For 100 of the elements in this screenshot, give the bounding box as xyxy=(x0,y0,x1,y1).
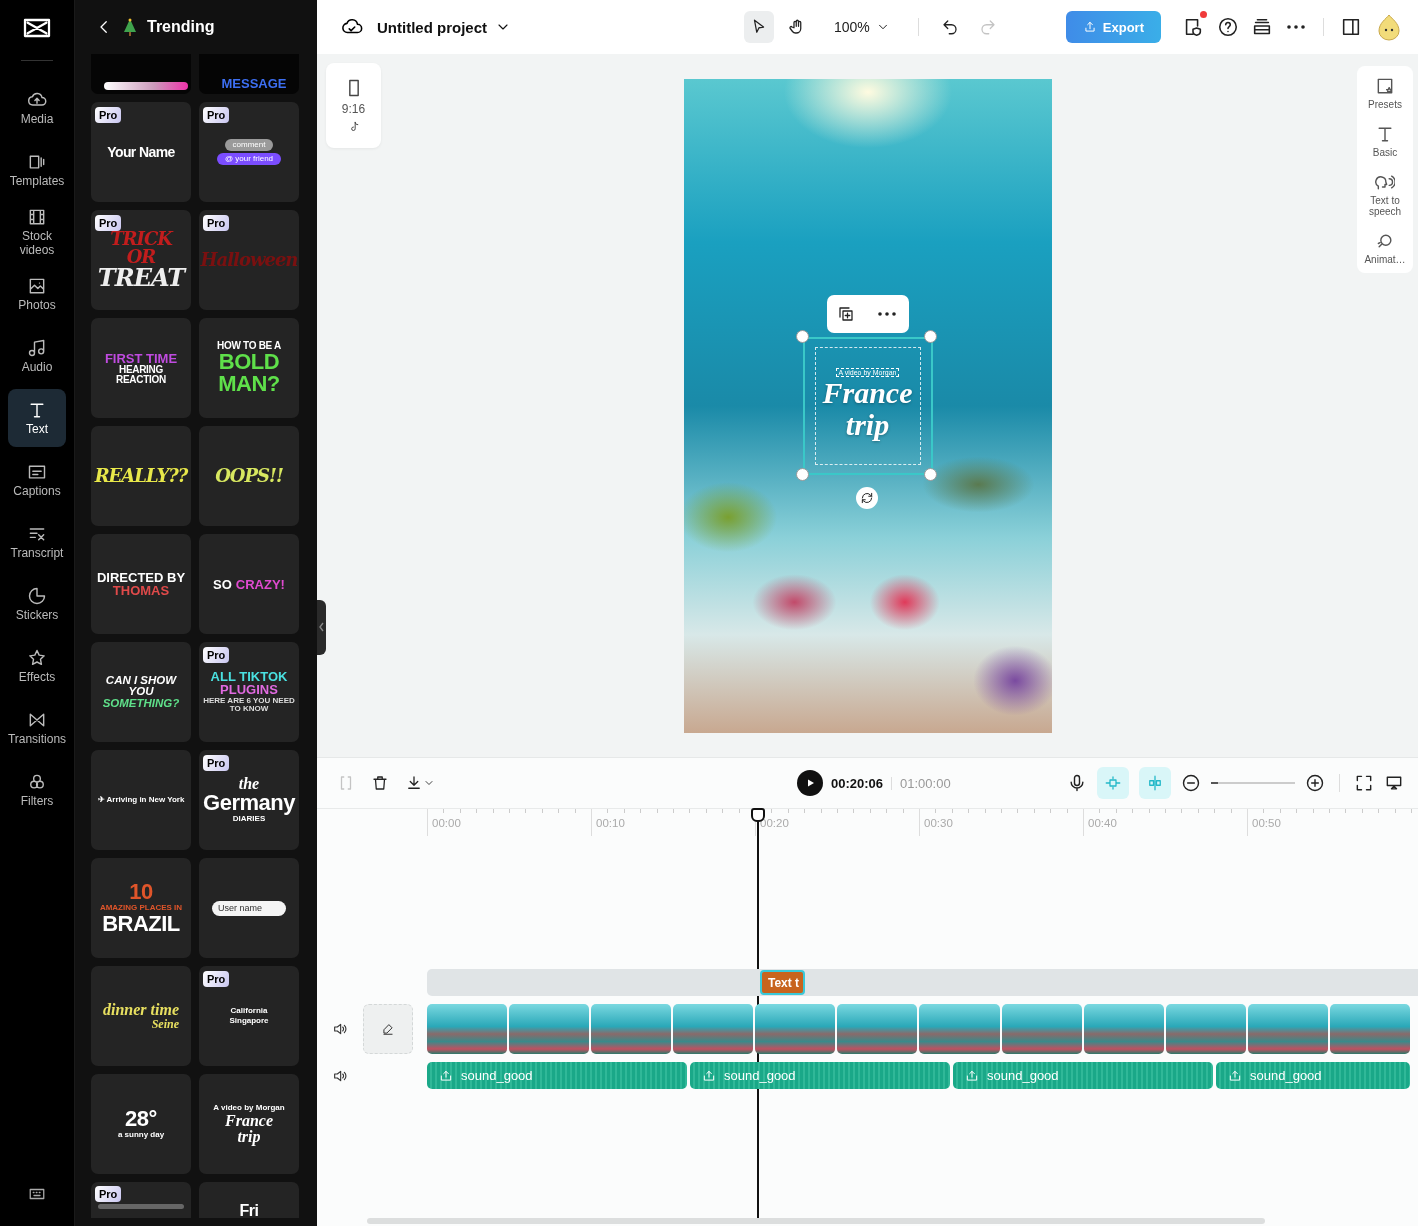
delete-button[interactable] xyxy=(371,774,389,792)
overlay-text: trip xyxy=(845,409,890,441)
text-template-card[interactable]: ✈ Arriving in New York xyxy=(91,750,191,850)
ruler-label: 00:40 xyxy=(1083,809,1117,836)
sidebar-item[interactable]: Stickers xyxy=(8,575,66,633)
template-text: dinner time xyxy=(103,1002,179,1018)
sidebar-item[interactable]: Captions xyxy=(8,451,66,509)
audio-clip-icon xyxy=(1228,1068,1242,1083)
download-button[interactable] xyxy=(405,774,435,792)
text-template-card[interactable]: SO CRAZY! xyxy=(199,534,299,634)
film-icon xyxy=(27,207,47,227)
resize-handle[interactable] xyxy=(795,330,809,343)
sidebar-item[interactable]: Filters xyxy=(8,761,66,819)
text-template-card[interactable]: DIRECTED BY THOMAS xyxy=(91,534,191,634)
zoom-in-button[interactable] xyxy=(1305,773,1325,793)
text-template-card[interactable]: OOPS!! xyxy=(199,426,299,526)
text-template-card[interactable]: 28° a sunny day xyxy=(91,1074,191,1174)
magnet-toggle[interactable] xyxy=(1097,767,1129,799)
monitor-button[interactable] xyxy=(1384,773,1404,793)
pro-badge: Pro xyxy=(203,107,230,123)
select-tool-button[interactable] xyxy=(744,11,774,43)
template-text: France xyxy=(225,1113,273,1129)
pro-badge: Pro xyxy=(203,647,230,663)
resize-handle[interactable] xyxy=(795,468,809,481)
speaking-head-icon xyxy=(1375,172,1395,192)
template-text: @ your friend xyxy=(216,153,282,165)
audio-clip-icon xyxy=(965,1068,979,1083)
template-text: CRAZY! xyxy=(235,577,285,591)
text-template-card[interactable]: Pro ALL TIKTOK PLUGINS HERE ARE 6 YOU NEED TO KNOW xyxy=(199,642,299,742)
sidebar-item[interactable]: Text xyxy=(8,389,66,447)
play-button[interactable] xyxy=(797,770,823,796)
template-text: SO xyxy=(213,577,232,591)
text-template-card[interactable]: HOW TO BE A BOLD MAN? xyxy=(199,318,299,418)
text-template-card[interactable]: Pro the Germany DIARIES xyxy=(199,750,299,850)
template-text: ALL TIKTOK xyxy=(210,670,288,683)
sidebar-item[interactable]: Media xyxy=(8,79,66,137)
resize-handle[interactable] xyxy=(923,468,937,481)
collapse-handle[interactable] xyxy=(317,600,326,655)
linkage-toggle[interactable] xyxy=(1139,767,1171,799)
text-template-card[interactable]: A video by Morgan France trip xyxy=(199,1074,299,1174)
text-template-card[interactable]: dinner time Seine xyxy=(91,966,191,1066)
sidebar-item[interactable]: Effects xyxy=(8,637,66,695)
text-template-card[interactable]: Fri xyxy=(199,1182,299,1218)
tool-button[interactable]: Basic xyxy=(1358,124,1412,158)
template-text: FIRST TIME xyxy=(104,351,178,365)
text-template-card[interactable]: User name xyxy=(199,858,299,958)
help-button[interactable] xyxy=(1217,16,1239,38)
template-text: Germany xyxy=(203,792,295,814)
template-text: TRICK OR xyxy=(109,230,174,266)
text-template-card[interactable]: REALLY?? xyxy=(91,426,191,526)
fullscreen-button[interactable] xyxy=(1354,773,1374,793)
audio-clip-icon xyxy=(702,1068,716,1083)
rotate-button[interactable] xyxy=(855,487,878,509)
tool-button[interactable]: Presets xyxy=(1358,76,1412,110)
total-duration: 01:00:00 xyxy=(900,775,951,791)
text-template-card[interactable]: MESSAGE xyxy=(199,54,299,94)
pro-badge: Pro xyxy=(95,107,122,123)
text-template-card[interactable]: FIRST TIME HEARING REACTION xyxy=(91,318,191,418)
template-text: DIRECTED BY xyxy=(96,571,186,584)
image-icon xyxy=(27,276,47,296)
text-template-card[interactable]: Pro Your Name xyxy=(91,102,191,202)
overlay-text: France xyxy=(822,377,913,409)
tool-button[interactable]: Animat… xyxy=(1358,231,1412,265)
sidebar-item[interactable]: Stock videos xyxy=(8,203,66,261)
resize-handle[interactable] xyxy=(923,330,937,343)
text-template-card[interactable]: Pro California Singapore xyxy=(199,966,299,1066)
zoom-out-button[interactable] xyxy=(1181,773,1201,793)
tool-button[interactable]: Text to speech xyxy=(1358,172,1412,217)
upload-icon xyxy=(1082,20,1097,34)
panel-title: Trending xyxy=(147,18,215,36)
template-text: A video by Morgan xyxy=(213,1104,285,1112)
text-template-card[interactable]: Pro TRICK OR TREAT xyxy=(91,210,191,310)
duplicate-button[interactable] xyxy=(837,305,855,323)
sidebar-item[interactable]: Transcript xyxy=(8,513,66,571)
text-template-card[interactable]: Pro xyxy=(91,1182,191,1218)
text-template-card[interactable]: Pro comment @ your friend xyxy=(199,102,299,202)
sidebar-item[interactable]: Photos xyxy=(8,265,66,323)
aspect-ratio-card[interactable]: 9:16 xyxy=(326,63,381,148)
template-text: PLUGINS xyxy=(220,683,278,696)
text-template-card[interactable] xyxy=(91,54,191,94)
text-clip[interactable]: Text t xyxy=(760,970,805,995)
panel-toggle-button[interactable] xyxy=(1340,16,1362,38)
more-icon xyxy=(1287,25,1305,29)
captions-icon xyxy=(27,462,47,482)
zoom-dropdown[interactable]: 100% xyxy=(834,19,890,35)
sidebar-item[interactable]: Audio xyxy=(8,327,66,385)
template-text: DIARIES xyxy=(232,815,266,823)
template-text: User name xyxy=(212,900,286,916)
text-template-card[interactable]: Pro Halloween xyxy=(199,210,299,310)
text-template-card[interactable]: CAN I SHOW YOU SOMETHING? xyxy=(91,642,191,742)
text-template-card[interactable]: 10 AMAZING PLACES IN BRAZIL xyxy=(91,858,191,958)
panel-icon xyxy=(1340,16,1362,38)
project-title-dropdown[interactable]: Untitled project xyxy=(377,18,511,36)
rotate-icon xyxy=(859,491,874,505)
pro-badge: Pro xyxy=(203,755,230,771)
sidebar-item[interactable]: Templates xyxy=(8,141,66,199)
scrollbar[interactable] xyxy=(367,1218,1265,1224)
template-text: MESSAGE xyxy=(221,77,287,90)
ruler-label: 00:00 xyxy=(427,809,461,836)
sidebar-item[interactable]: Transitions xyxy=(8,699,66,757)
